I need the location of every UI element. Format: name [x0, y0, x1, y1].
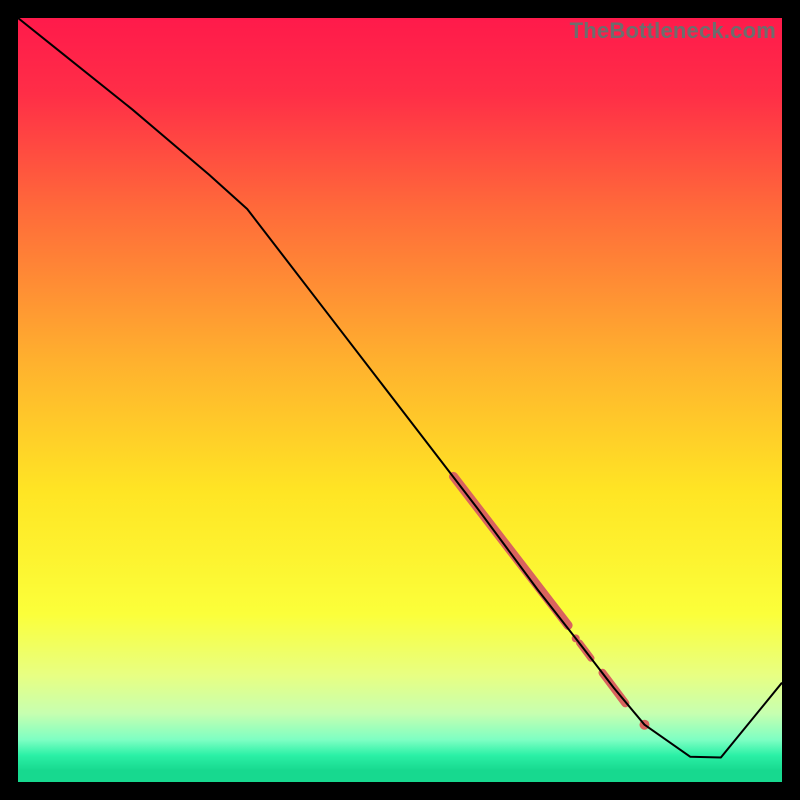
- bottleneck-curve: [18, 18, 782, 758]
- curve-layer: [18, 18, 782, 782]
- chart-frame: TheBottleneck.com: [0, 0, 800, 800]
- plot-area: TheBottleneck.com: [18, 18, 782, 782]
- watermark-text: TheBottleneck.com: [570, 18, 776, 44]
